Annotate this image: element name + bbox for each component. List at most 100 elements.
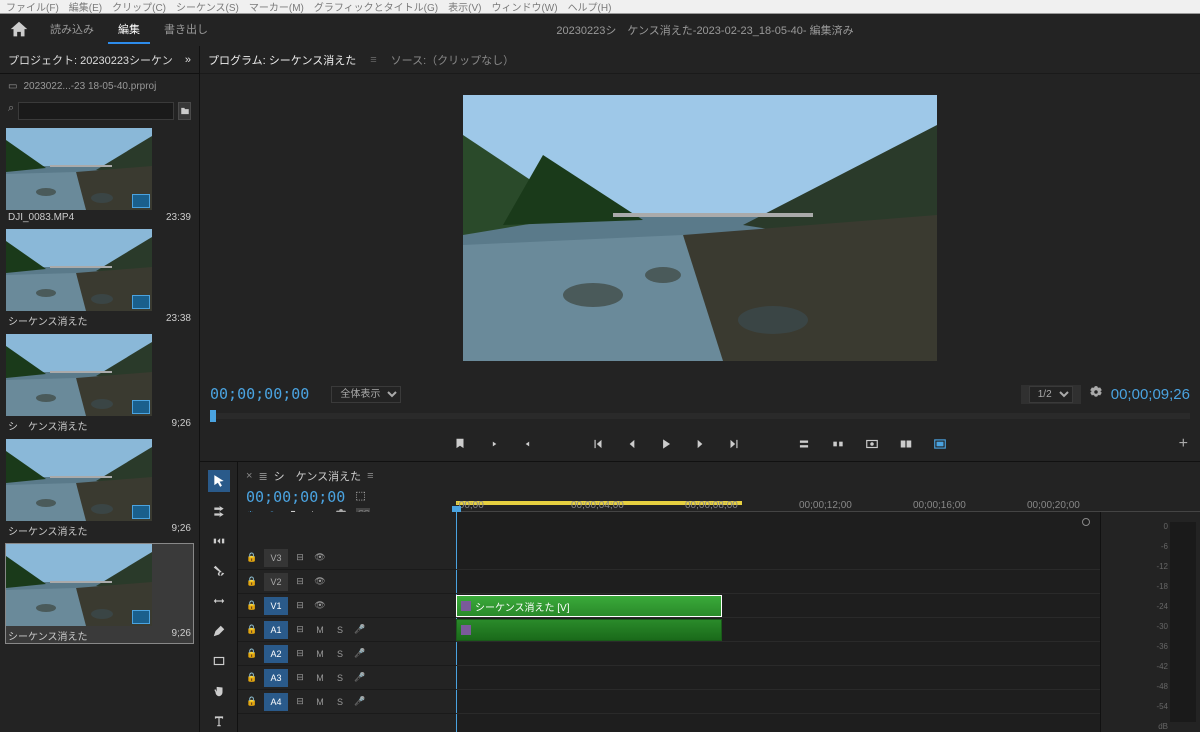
step-forward-icon[interactable] <box>691 435 709 453</box>
audio-track-row[interactable] <box>456 666 1100 690</box>
audio-track-row[interactable] <box>456 690 1100 714</box>
app-menubar[interactable]: ファイル(F) 編集(E) クリップ(C) シーケンス(S) マーカー(M) グ… <box>0 0 1200 14</box>
bin-item[interactable]: シーケンス消えた9;26 <box>6 544 193 643</box>
program-scrub-bar[interactable] <box>200 407 1200 427</box>
new-bin-button[interactable] <box>178 102 191 120</box>
track-label[interactable]: A4 <box>264 693 288 711</box>
mute-icon[interactable]: M <box>312 670 328 686</box>
ripple-tool-icon[interactable] <box>208 530 230 552</box>
add-button-icon[interactable]: + <box>1179 435 1188 453</box>
source-tab[interactable]: ソース:（クリップなし） <box>391 52 515 68</box>
rectangle-tool-icon[interactable] <box>208 650 230 672</box>
type-tool-icon[interactable] <box>208 710 230 732</box>
solo-icon[interactable]: S <box>332 694 348 710</box>
workspace-import[interactable]: 読み込み <box>40 16 104 44</box>
menu-marker[interactable]: マーカー(M) <box>249 0 304 14</box>
pen-tool-icon[interactable] <box>208 620 230 642</box>
audio-clip[interactable] <box>456 619 722 641</box>
eye-icon[interactable]: 👁 <box>312 574 328 590</box>
bin-item[interactable]: DJI_0083.MP423:39 <box>6 128 193 223</box>
extract-icon[interactable] <box>829 435 847 453</box>
eye-icon[interactable]: 👁 <box>312 598 328 614</box>
sync-lock-icon[interactable]: ⊟ <box>292 646 308 662</box>
project-search-input[interactable] <box>18 102 174 120</box>
lock-icon[interactable]: 🔒 <box>244 646 260 662</box>
track-label[interactable]: A1 <box>264 621 288 639</box>
video-clip[interactable]: シーケンス消えた [V] <box>456 595 722 617</box>
marker-icon[interactable] <box>451 435 469 453</box>
safe-margins-icon[interactable] <box>931 435 949 453</box>
home-icon[interactable] <box>8 20 30 40</box>
tab-menu-icon[interactable]: ≡ <box>367 470 373 482</box>
track-label[interactable]: V2 <box>264 573 288 591</box>
sync-lock-icon[interactable]: ⊟ <box>292 694 308 710</box>
goto-out-icon[interactable] <box>725 435 743 453</box>
sync-lock-icon[interactable]: ⊟ <box>292 622 308 638</box>
video-track-row[interactable] <box>456 570 1100 594</box>
voiceover-icon[interactable]: 🎤 <box>352 694 368 710</box>
goto-in-icon[interactable] <box>589 435 607 453</box>
timeline-timecode[interactable]: 00;00;00;00 <box>246 488 345 506</box>
menu-graphics[interactable]: グラフィックとタイトル(G) <box>314 0 438 14</box>
mute-icon[interactable]: M <box>312 694 328 710</box>
lock-icon[interactable]: 🔒 <box>244 694 260 710</box>
track-label[interactable]: A2 <box>264 645 288 663</box>
menu-file[interactable]: ファイル(F) <box>6 0 59 14</box>
menu-window[interactable]: ウィンドウ(W) <box>491 0 557 14</box>
track-content[interactable]: シーケンス消えた [V] <box>456 512 1100 732</box>
menu-clip[interactable]: クリップ(C) <box>112 0 166 14</box>
menu-help[interactable]: ヘルプ(H) <box>568 0 612 14</box>
workspace-export[interactable]: 書き出し <box>154 16 218 44</box>
tab-menu-icon[interactable]: ≡ <box>370 54 376 66</box>
video-track-header[interactable]: 🔒 V1 ⊟ 👁 <box>238 594 456 618</box>
audio-track-row[interactable] <box>456 642 1100 666</box>
video-track-header[interactable]: 🔒 V2 ⊟ 👁 <box>238 570 456 594</box>
eye-icon[interactable]: 👁 <box>312 550 328 566</box>
export-frame-icon[interactable] <box>863 435 881 453</box>
program-zoom-select[interactable]: 1/2 <box>1029 386 1073 403</box>
mute-icon[interactable]: M <box>312 646 328 662</box>
play-icon[interactable] <box>657 435 675 453</box>
lock-icon[interactable]: 🔒 <box>244 670 260 686</box>
track-label[interactable]: V3 <box>264 549 288 567</box>
comparison-icon[interactable] <box>897 435 915 453</box>
workspace-edit[interactable]: 編集 <box>108 16 150 44</box>
program-timecode-left[interactable]: 00;00;00;00 <box>210 385 309 403</box>
track-label[interactable]: A3 <box>264 669 288 687</box>
step-back-icon[interactable] <box>623 435 641 453</box>
audio-track-header[interactable]: 🔒 A4 ⊟ M S 🎤 <box>238 690 456 714</box>
lift-icon[interactable] <box>795 435 813 453</box>
out-point-icon[interactable] <box>519 435 537 453</box>
in-point-icon[interactable] <box>485 435 503 453</box>
video-track-header[interactable]: 🔒 V3 ⊟ 👁 <box>238 546 456 570</box>
program-fit-select[interactable]: 全体表示 <box>331 386 401 403</box>
hand-tool-icon[interactable] <box>208 680 230 702</box>
audio-track-header[interactable]: 🔒 A1 ⊟ M S 🎤 <box>238 618 456 642</box>
solo-icon[interactable]: S <box>332 622 348 638</box>
lock-icon[interactable]: 🔒 <box>244 622 260 638</box>
solo-icon[interactable]: S <box>332 646 348 662</box>
solo-icon[interactable]: S <box>332 670 348 686</box>
timeline-ruler-area[interactable]: ;00;0000;00;04;0000;00;08;0000;00;12;000… <box>456 462 1200 512</box>
voiceover-icon[interactable]: 🎤 <box>352 646 368 662</box>
menu-sequence[interactable]: シーケンス(S) <box>176 0 239 14</box>
panel-menu-icon[interactable]: » <box>185 54 191 66</box>
voiceover-icon[interactable]: 🎤 <box>352 670 368 686</box>
project-bins[interactable]: DJI_0083.MP423:39 シーケンス消えた23:38 シ ケンス消えた… <box>0 124 199 732</box>
program-monitor[interactable] <box>200 74 1200 381</box>
video-track-row[interactable] <box>456 546 1100 570</box>
selection-tool-icon[interactable] <box>208 470 230 492</box>
lock-icon[interactable]: 🔒 <box>244 550 260 566</box>
settings-icon[interactable] <box>1089 385 1103 403</box>
bin-item[interactable]: シ ケンス消えた9;26 <box>6 334 193 433</box>
bin-item[interactable]: シーケンス消えた23:38 <box>6 229 193 328</box>
keyframe-marker-icon[interactable] <box>1082 518 1090 526</box>
program-tab[interactable]: プログラム: シーケンス消えた <box>208 52 356 68</box>
close-tab-icon[interactable]: × <box>246 470 252 482</box>
menu-view[interactable]: 表示(V) <box>448 0 481 14</box>
sync-lock-icon[interactable]: ⊟ <box>292 598 308 614</box>
menu-edit[interactable]: 編集(E) <box>69 0 102 14</box>
sync-lock-icon[interactable]: ⊟ <box>292 574 308 590</box>
lock-icon[interactable]: 🔒 <box>244 598 260 614</box>
audio-track-header[interactable]: 🔒 A2 ⊟ M S 🎤 <box>238 642 456 666</box>
